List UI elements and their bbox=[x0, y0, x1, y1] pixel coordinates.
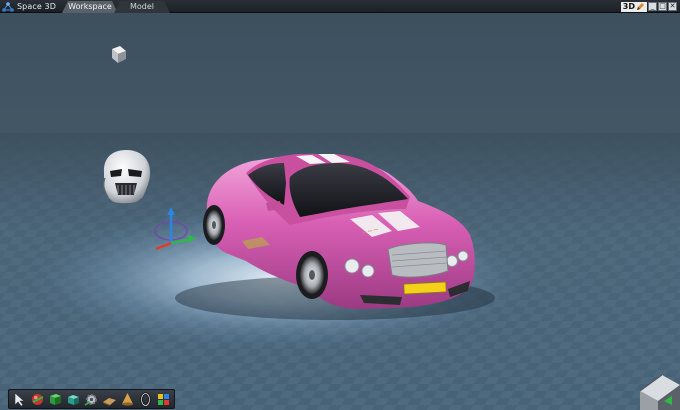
scene-canvas[interactable]: ~~~ bbox=[0, 13, 680, 410]
app-title-text: Space 3D bbox=[17, 2, 56, 11]
tool-cone[interactable] bbox=[119, 391, 136, 408]
tool-gear[interactable] bbox=[83, 391, 100, 408]
sphere-icon bbox=[32, 393, 44, 405]
minimize-button[interactable]: _ bbox=[648, 2, 657, 11]
tool-torus[interactable] bbox=[137, 391, 154, 408]
minimize-icon: _ bbox=[650, 2, 655, 10]
helmet-object[interactable] bbox=[102, 150, 151, 204]
view-mode-toggle[interactable]: 3D bbox=[620, 1, 647, 12]
material-icon bbox=[158, 393, 169, 405]
torus-icon bbox=[140, 391, 151, 407]
tool-select[interactable] bbox=[11, 391, 28, 408]
select-arrow-icon bbox=[14, 391, 25, 406]
molecule-icon bbox=[2, 1, 14, 12]
tab-model[interactable]: Model bbox=[114, 1, 170, 13]
window-controls: 3D _ □ ✕ bbox=[620, 1, 677, 12]
space3d-app: Space 3D Workspace Model 3D _ □ ✕ ~~~ bbox=[0, 0, 680, 410]
3d-viewport[interactable]: ~~~ bbox=[0, 13, 680, 410]
restore-button[interactable]: □ bbox=[658, 2, 667, 11]
pencil-icon bbox=[637, 3, 644, 10]
app-title[interactable]: Space 3D bbox=[2, 0, 56, 13]
view-mode-label: 3D bbox=[622, 1, 635, 11]
box-icon bbox=[68, 394, 79, 405]
gear-icon bbox=[84, 393, 97, 406]
cube-icon bbox=[50, 393, 61, 405]
tool-material[interactable] bbox=[155, 391, 172, 408]
tool-sphere[interactable] bbox=[29, 391, 46, 408]
tool-plane[interactable] bbox=[101, 391, 118, 408]
title-bar: Space 3D Workspace Model 3D _ □ ✕ bbox=[0, 0, 680, 13]
tool-cube[interactable] bbox=[47, 391, 64, 408]
tool-box[interactable] bbox=[65, 391, 82, 408]
close-button[interactable]: ✕ bbox=[668, 2, 677, 11]
cone-icon bbox=[122, 392, 133, 406]
plane-icon bbox=[103, 397, 116, 406]
close-icon: ✕ bbox=[669, 2, 676, 10]
restore-icon: □ bbox=[659, 2, 666, 10]
bottom-toolbar bbox=[8, 389, 175, 409]
tab-workspace[interactable]: Workspace bbox=[62, 1, 118, 13]
